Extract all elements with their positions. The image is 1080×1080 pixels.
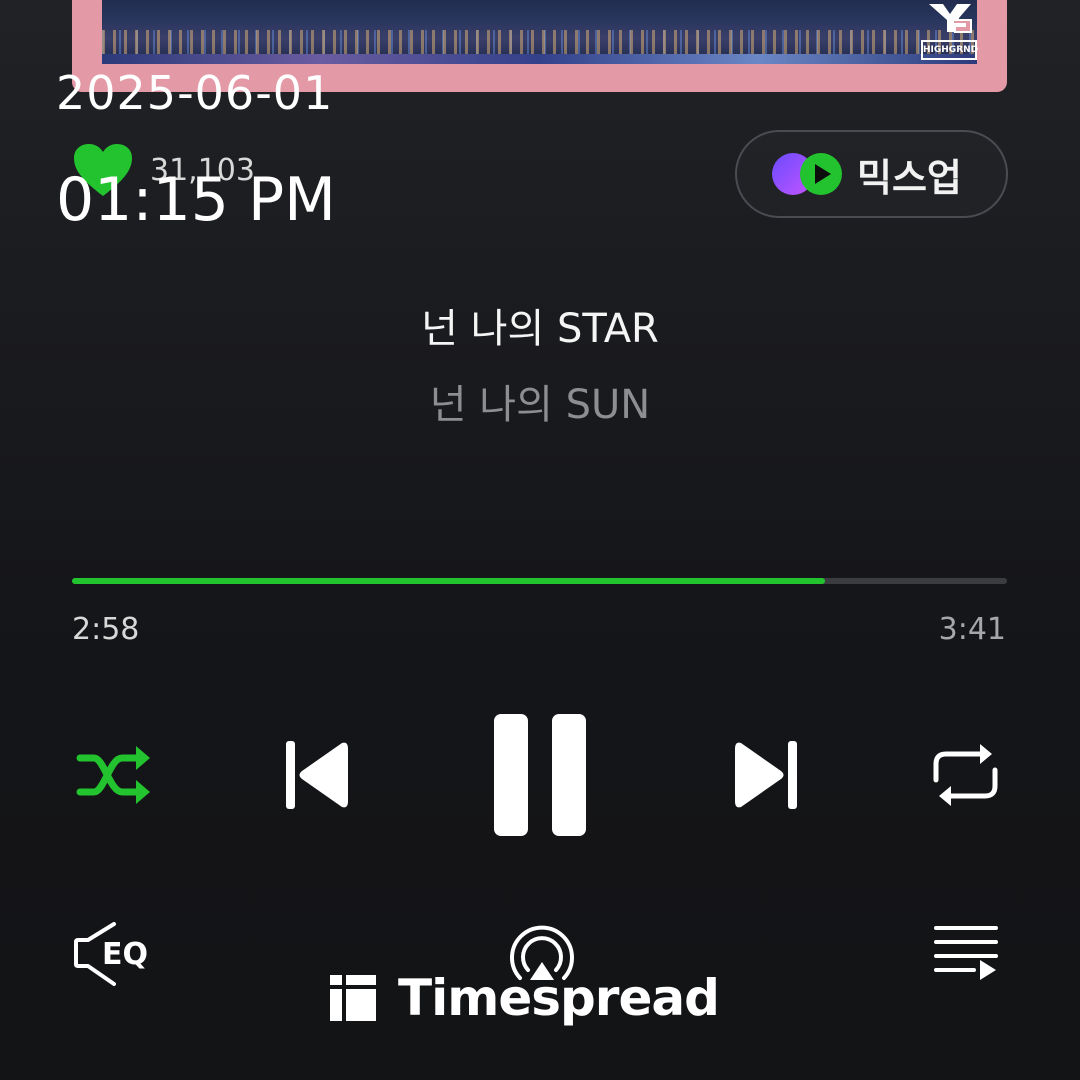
player-screen: HIGHGRND 2025-06-01 01:15 PM 31,103 믹스업 …	[0, 0, 1080, 1080]
repeat-icon[interactable]	[928, 740, 1003, 810]
shuffle-icon[interactable]	[74, 740, 154, 810]
speaker-eq-icon: EQ	[74, 922, 148, 986]
playlist-icon[interactable]	[932, 922, 1000, 984]
lyric-current-line[interactable]: 넌 나의 STAR	[0, 296, 1080, 354]
watermark-text: Timespread	[398, 969, 720, 1027]
elapsed-time: 2:58	[72, 612, 140, 647]
previous-track-icon[interactable]	[280, 735, 355, 815]
mixup-label: 믹스업	[857, 155, 962, 200]
progress-fill	[72, 578, 825, 584]
eq-label: EQ	[102, 937, 148, 972]
next-track-icon[interactable]	[728, 735, 803, 815]
album-photo	[102, 0, 977, 64]
lyric-next-line[interactable]: 넌 나의 SUN	[0, 372, 1080, 430]
eq-button[interactable]: EQ	[72, 918, 162, 990]
mixup-button[interactable]: 믹스업	[735, 130, 1008, 218]
label-logo: HIGHGRND	[921, 0, 978, 64]
timespread-watermark: Timespread	[328, 966, 720, 1030]
progress-bar[interactable]	[72, 578, 1007, 584]
overlay-time: 01:15 PM	[56, 165, 336, 235]
mixup-icon	[772, 153, 842, 195]
label-logo-text: HIGHGRND	[921, 40, 978, 60]
timespread-logo-icon	[330, 975, 376, 1021]
yg-logo-icon	[929, 4, 972, 33]
total-time: 3:41	[938, 612, 1006, 647]
pause-icon[interactable]	[490, 710, 590, 840]
overlay-date: 2025-06-01	[56, 66, 334, 120]
